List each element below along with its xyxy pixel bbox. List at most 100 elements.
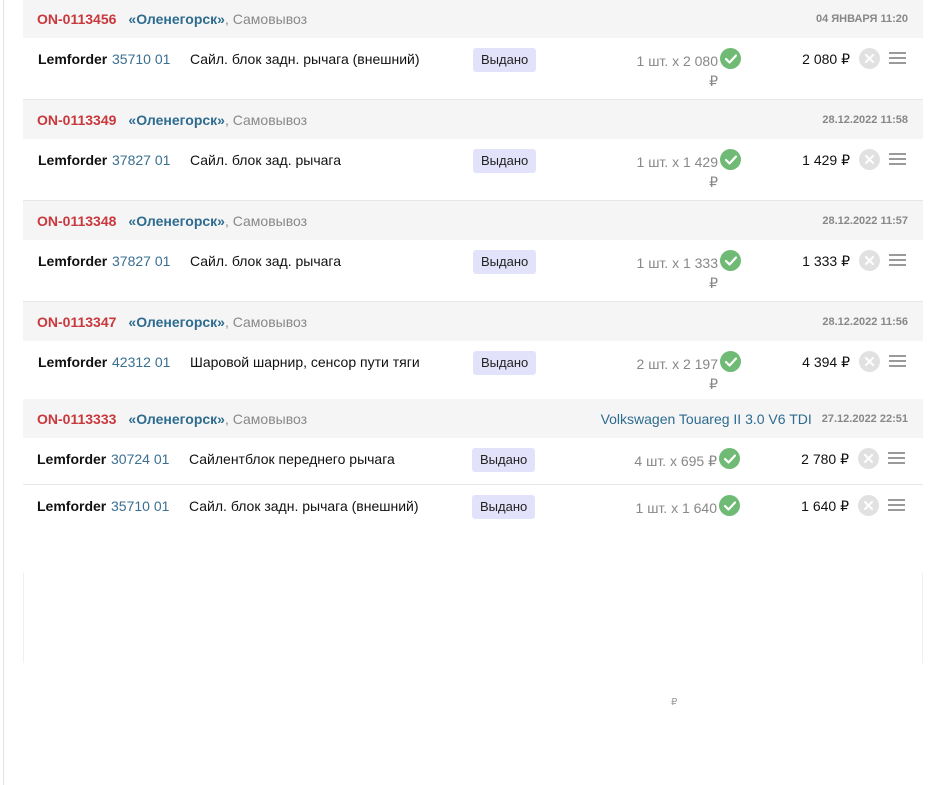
item-brand: Lemforder (37, 498, 107, 514)
qty-line: 1 шт. х 1 429 (636, 154, 718, 170)
order-item-row: Lemforder 30724 01 Сайлентблок переднего… (23, 438, 923, 485)
close-circle-icon[interactable] (859, 149, 880, 170)
order-header: ON-0113333 «Оленегорск» , Самовывоз Volk… (23, 399, 923, 438)
order-city[interactable]: «Оленегорск» (128, 314, 225, 330)
order-delivery-type: , Самовывоз (224, 313, 308, 330)
item-total: 2 780 ₽ (801, 451, 849, 467)
order-delivery-type: , Самовывоз (224, 212, 308, 229)
item-description: Шаровой шарнир, сенсор пути тяги (190, 354, 420, 370)
order-header: ON-0113348 «Оленегорск» , Самовывоз 28.1… (23, 201, 923, 240)
item-total: 1 640 ₽ (801, 498, 849, 514)
item-description: Сайл. блок зад. рычага (190, 253, 342, 269)
item-total: 4 394 ₽ (802, 354, 850, 370)
item-quantity-price: 2 шт. х 2 197 ₽ (613, 354, 718, 394)
item-description: Сайл. блок задн. рычага (внешний) (189, 498, 419, 514)
item-quantity-price: 1 шт. х 1 333 ₽ (613, 253, 718, 293)
item-brand: Lemforder (38, 152, 108, 168)
item-total: 2 080 ₽ (802, 51, 850, 67)
item-total: 1 333 ₽ (802, 253, 850, 269)
item-description: Сайл. блок задн. рычага (внешний) (190, 51, 420, 67)
qty-line: 2 шт. х 2 197 (636, 356, 718, 372)
order-city[interactable]: «Оленегорск» (128, 213, 225, 229)
menu-lines-icon[interactable] (889, 153, 907, 167)
status-badge: Выдано (473, 48, 537, 72)
item-quantity-price: 4 шт. х 695 ₽ (612, 451, 717, 471)
orders-list: ON-0113456 «Оленегорск» , Самовывоз 04 Я… (23, 0, 923, 525)
order-date: 28.12.2022 11:58 (822, 113, 908, 126)
item-brand: Lemforder (37, 451, 107, 467)
item-quantity-price: 1 шт. х 1 429 ₽ (613, 152, 718, 192)
qty-line: 4 шт. х 695 ₽ (634, 453, 717, 469)
order-delivery-type: , Самовывоз (224, 410, 308, 427)
item-article-link[interactable]: 35710 01 (111, 498, 169, 514)
qty-line: 1 шт. х 1 640 (635, 500, 717, 516)
close-circle-icon[interactable] (859, 48, 880, 69)
order-date: 27.12.2022 22:51 (821, 412, 908, 425)
order-date: 28.12.2022 11:57 (822, 214, 908, 227)
item-description: Сайлентблок переднего рычага (189, 451, 395, 467)
order-delivery-type: , Самовывоз (224, 111, 308, 128)
order-item-row: Lemforder 37827 01 Сайл. блок зад. рычаг… (23, 240, 923, 302)
check-circle-icon (720, 351, 741, 372)
order-header: ON-0113456 «Оленегорск» , Самовывоз 04 Я… (23, 0, 923, 38)
status-badge: Выдано (473, 149, 537, 173)
menu-lines-icon[interactable] (888, 452, 906, 466)
check-circle-icon (720, 48, 741, 69)
order-date: 28.12.2022 11:56 (822, 315, 908, 328)
status-badge: Выдано (472, 495, 536, 519)
item-article-link[interactable]: 35710 01 (112, 51, 170, 67)
close-circle-icon[interactable] (859, 250, 880, 271)
item-article-link[interactable]: 37827 01 (112, 253, 170, 269)
order-delivery-type: , Самовывоз (224, 11, 308, 27)
close-circle-icon[interactable] (859, 351, 880, 372)
item-brand: Lemforder (38, 253, 108, 269)
order-number-link[interactable]: ON-0113347 (37, 314, 116, 330)
order-number-link[interactable]: ON-0113333 (37, 411, 116, 427)
item-brand: Lemforder (38, 354, 108, 370)
order-item-row: Lemforder 37827 01 Сайл. блок зад. рычаг… (23, 139, 923, 201)
qty-currency: ₽ (709, 73, 718, 89)
order-city[interactable]: «Оленегорск» (128, 112, 225, 128)
order-item-row: Lemforder 42312 01 Шаровой шарнир, сенсо… (23, 341, 923, 399)
item-total: 1 429 ₽ (802, 152, 850, 168)
status-badge: Выдано (473, 250, 537, 274)
item-quantity-price: 1 шт. х 1 640 (612, 498, 717, 518)
order-city[interactable]: «Оленегорск» (128, 411, 225, 427)
order-item-row: Lemforder 35710 01 Сайл. блок задн. рыча… (23, 38, 923, 100)
item-article-link[interactable]: 37827 01 (112, 152, 170, 168)
qty-line: 1 шт. х 1 333 (636, 255, 718, 271)
order-city[interactable]: «Оленегорск» (128, 11, 225, 27)
order-car-link[interactable]: Volkswagen Touareg II 3.0 V6 TDI (601, 411, 812, 427)
qty-currency: ₽ (709, 376, 718, 392)
qty-currency: ₽ (709, 174, 718, 190)
order-number-link[interactable]: ON-0113348 (37, 213, 116, 229)
order-number-link[interactable]: ON-0113349 (37, 112, 116, 128)
qty-currency: ₽ (709, 275, 718, 291)
menu-lines-icon[interactable] (888, 499, 906, 513)
stray-currency-glyph: ₽ (671, 697, 678, 708)
item-brand: Lemforder (38, 51, 108, 67)
check-circle-icon (720, 250, 741, 271)
menu-lines-icon[interactable] (889, 254, 907, 268)
status-badge: Выдано (472, 448, 536, 472)
menu-lines-icon[interactable] (889, 52, 907, 66)
menu-lines-icon[interactable] (889, 355, 907, 369)
order-header: ON-0113347 «Оленегорск» , Самовывоз 28.1… (23, 302, 923, 341)
check-circle-icon (720, 149, 741, 170)
item-article-link[interactable]: 42312 01 (112, 354, 170, 370)
close-circle-icon[interactable] (858, 448, 879, 469)
order-date: 04 ЯНВАРЯ 11:20 (815, 13, 908, 25)
item-quantity-price: 1 шт. х 2 080 ₽ (613, 51, 718, 91)
order-number-link[interactable]: ON-0113456 (37, 11, 116, 27)
check-circle-icon (719, 495, 740, 516)
order-item-row: Lemforder 35710 01 Сайл. блок задн. рыча… (23, 485, 923, 525)
status-badge: Выдано (473, 351, 537, 375)
empty-placeholder-block (23, 573, 923, 663)
check-circle-icon (719, 448, 740, 469)
qty-line: 1 шт. х 2 080 (636, 53, 718, 69)
page-left-border (3, 0, 4, 785)
item-description: Сайл. блок зад. рычага (190, 152, 342, 168)
order-header: ON-0113349 «Оленегорск» , Самовывоз 28.1… (23, 100, 923, 139)
close-circle-icon[interactable] (858, 495, 879, 516)
item-article-link[interactable]: 30724 01 (111, 451, 169, 467)
